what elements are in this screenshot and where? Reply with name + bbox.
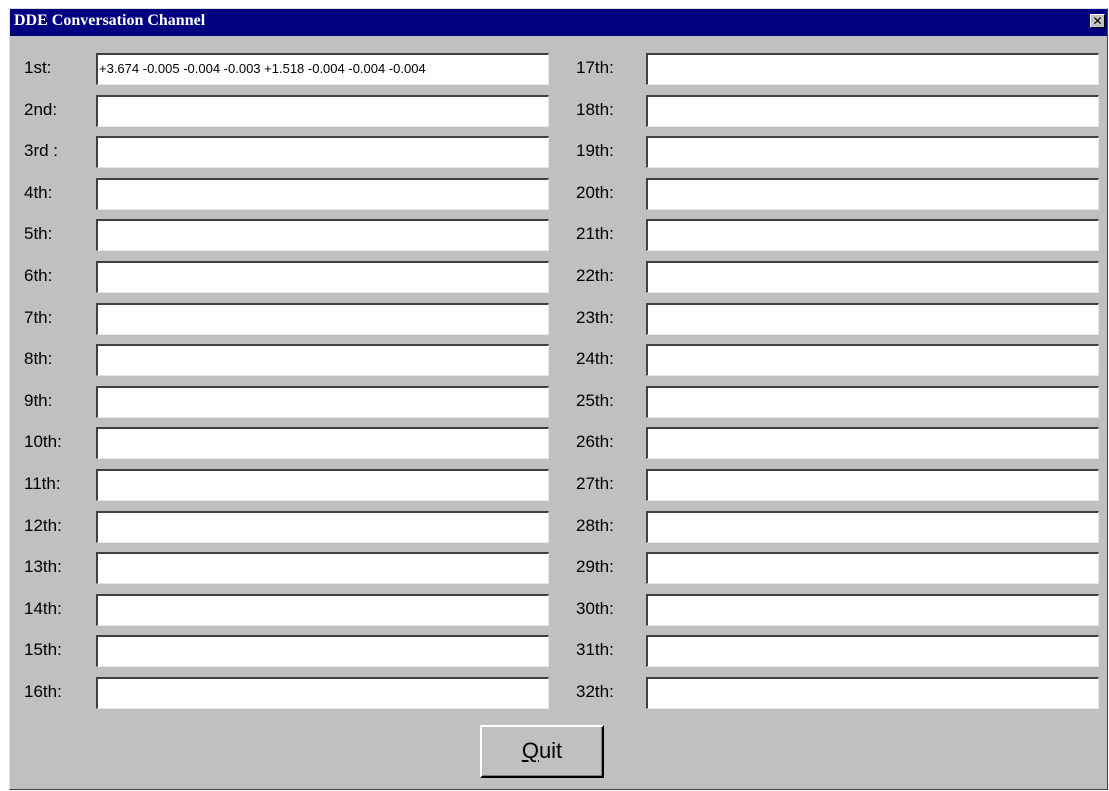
quit-button[interactable]: Quit	[480, 725, 604, 778]
channel-label: 4th:	[24, 183, 53, 202]
channel-label: 16th:	[24, 682, 62, 701]
channel-label: 22th:	[576, 266, 614, 285]
channel-value-field[interactable]	[646, 469, 1099, 501]
channel-label: 6th:	[24, 266, 53, 285]
channel-label: 11th:	[24, 474, 61, 493]
channel-label: 14th:	[24, 599, 62, 618]
channel-label: 25th:	[576, 391, 614, 410]
channel-label: 1st:	[24, 58, 52, 77]
channel-label: 3rd :	[24, 141, 59, 160]
channel-value-field[interactable]	[646, 219, 1099, 251]
channel-value-field[interactable]	[646, 635, 1099, 667]
channel-label: 18th:	[576, 100, 614, 119]
channel-value-field[interactable]	[646, 386, 1099, 418]
channel-value-field[interactable]	[646, 136, 1099, 168]
channel-value-field[interactable]: +3.674 -0.005 -0.004 -0.003 +1.518 -0.00…	[96, 53, 549, 85]
close-icon[interactable]: ✕	[1090, 14, 1105, 28]
channel-value-field[interactable]	[96, 178, 549, 210]
channel-label: 28th:	[576, 516, 614, 535]
channel-value-field[interactable]	[96, 95, 549, 127]
channel-value-field[interactable]	[646, 261, 1099, 293]
channel-value-field[interactable]	[646, 303, 1099, 335]
channel-value-field[interactable]	[96, 427, 549, 459]
title-bar[interactable]: DDE Conversation Channel ✕	[10, 9, 1107, 36]
channel-label: 9th:	[24, 391, 53, 410]
channel-value-field[interactable]	[96, 635, 549, 667]
channel-label: 32th:	[576, 682, 614, 701]
channel-value-field[interactable]	[646, 552, 1099, 584]
channel-value-field[interactable]	[646, 344, 1099, 376]
quit-label-rest: uit	[538, 738, 563, 763]
channel-value-field[interactable]	[96, 511, 549, 543]
channel-label: 20th:	[576, 183, 614, 202]
channel-label: 13th:	[24, 557, 62, 576]
dde-conversation-window: DDE Conversation Channel ✕ 1st: +3.674 -0…	[9, 8, 1108, 790]
channel-value-field[interactable]	[96, 469, 549, 501]
channel-value-field[interactable]	[646, 427, 1099, 459]
channel-label: 12th:	[24, 516, 62, 535]
channel-value-field[interactable]	[646, 95, 1099, 127]
channel-label: 10th:	[24, 432, 62, 451]
quit-mnemonic: Q	[521, 738, 539, 763]
channel-value-field[interactable]	[96, 261, 549, 293]
channel-value-field[interactable]	[96, 552, 549, 584]
channel-label: 5th:	[24, 224, 53, 243]
channel-label: 17th:	[576, 58, 614, 77]
channel-value-field[interactable]	[96, 594, 549, 626]
channel-label: 15th:	[24, 640, 62, 659]
window-title: DDE Conversation Channel	[14, 12, 206, 29]
channel-label: 26th:	[576, 432, 614, 451]
channel-value-field[interactable]	[646, 178, 1099, 210]
channel-label: 31th:	[576, 640, 614, 659]
channel-label: 8th:	[24, 349, 53, 368]
channel-value-field[interactable]	[646, 53, 1099, 85]
channel-label: 2nd:	[24, 100, 58, 119]
channel-value-field[interactable]	[96, 344, 549, 376]
channel-label: 19th:	[576, 141, 614, 160]
channel-value-field[interactable]	[96, 386, 549, 418]
channel-label: 27th:	[576, 474, 614, 493]
channel-value-field[interactable]	[96, 303, 549, 335]
channel-value-field[interactable]	[96, 677, 549, 709]
channel-label: 30th:	[576, 599, 614, 618]
channel-label: 7th:	[24, 308, 53, 327]
channel-label: 24th:	[576, 349, 614, 368]
channel-value-field[interactable]	[96, 219, 549, 251]
channel-value-field[interactable]	[96, 136, 549, 168]
channel-value-field[interactable]	[646, 511, 1099, 543]
channel-label: 21th:	[576, 224, 614, 243]
channel-value-field[interactable]	[646, 677, 1099, 709]
channel-label: 23th:	[576, 308, 614, 327]
channel-label: 29th:	[576, 557, 614, 576]
channel-value-field[interactable]	[646, 594, 1099, 626]
